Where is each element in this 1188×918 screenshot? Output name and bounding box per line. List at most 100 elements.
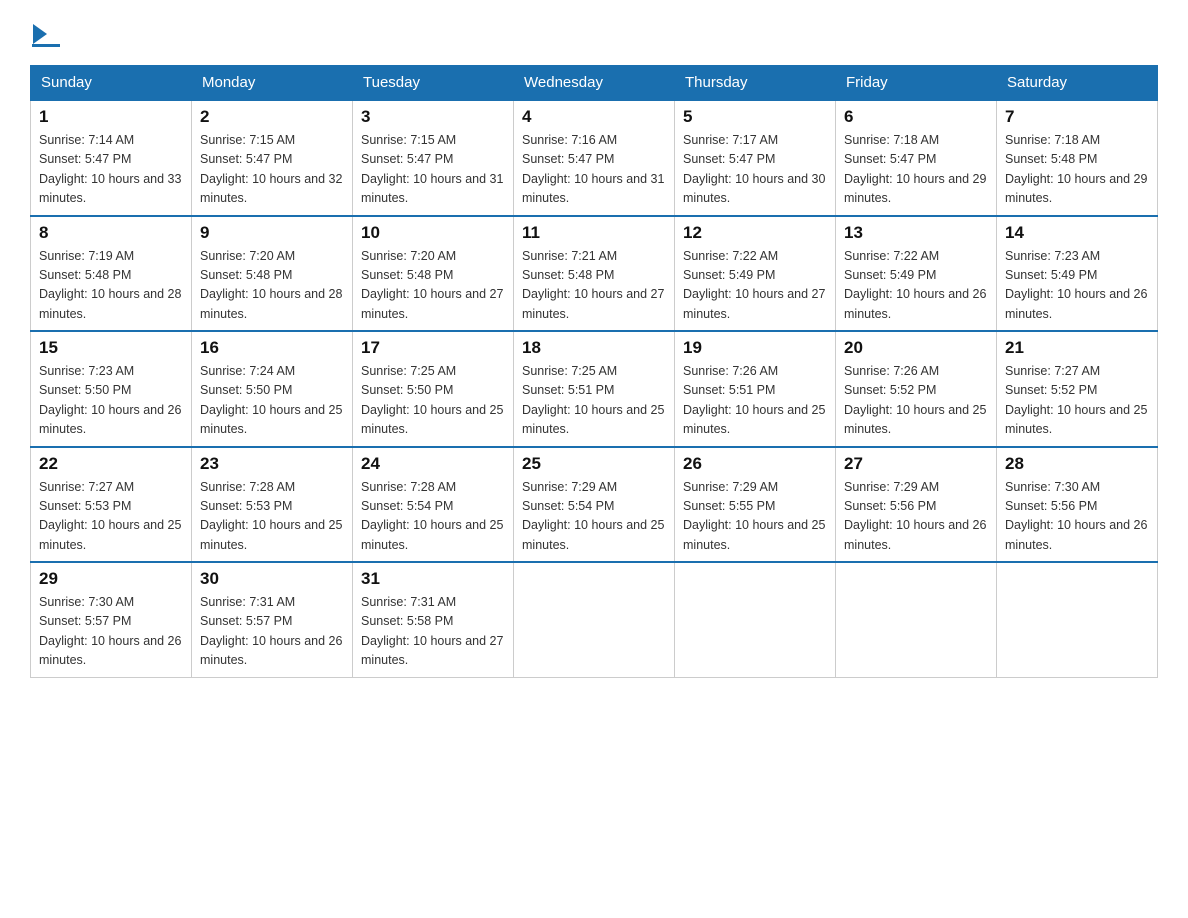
day-number: 26 xyxy=(683,454,827,474)
day-number: 27 xyxy=(844,454,988,474)
calendar-day-cell: 30 Sunrise: 7:31 AMSunset: 5:57 PMDaylig… xyxy=(192,562,353,677)
day-number: 17 xyxy=(361,338,505,358)
calendar-day-cell: 6 Sunrise: 7:18 AMSunset: 5:47 PMDayligh… xyxy=(836,100,997,216)
calendar-day-cell: 18 Sunrise: 7:25 AMSunset: 5:51 PMDaylig… xyxy=(514,331,675,447)
calendar-day-cell: 3 Sunrise: 7:15 AMSunset: 5:47 PMDayligh… xyxy=(353,100,514,216)
day-info: Sunrise: 7:21 AMSunset: 5:48 PMDaylight:… xyxy=(522,247,666,325)
calendar-day-cell: 9 Sunrise: 7:20 AMSunset: 5:48 PMDayligh… xyxy=(192,216,353,332)
day-number: 4 xyxy=(522,107,666,127)
day-info: Sunrise: 7:17 AMSunset: 5:47 PMDaylight:… xyxy=(683,131,827,209)
calendar-day-cell: 11 Sunrise: 7:21 AMSunset: 5:48 PMDaylig… xyxy=(514,216,675,332)
calendar-day-cell: 29 Sunrise: 7:30 AMSunset: 5:57 PMDaylig… xyxy=(31,562,192,677)
calendar-day-cell: 4 Sunrise: 7:16 AMSunset: 5:47 PMDayligh… xyxy=(514,100,675,216)
calendar-day-cell: 10 Sunrise: 7:20 AMSunset: 5:48 PMDaylig… xyxy=(353,216,514,332)
day-number: 28 xyxy=(1005,454,1149,474)
calendar-table: SundayMondayTuesdayWednesdayThursdayFrid… xyxy=(30,65,1158,678)
day-header-monday: Monday xyxy=(192,66,353,101)
day-number: 2 xyxy=(200,107,344,127)
calendar-day-cell: 22 Sunrise: 7:27 AMSunset: 5:53 PMDaylig… xyxy=(31,447,192,563)
day-number: 16 xyxy=(200,338,344,358)
calendar-header-row: SundayMondayTuesdayWednesdayThursdayFrid… xyxy=(31,66,1158,101)
day-info: Sunrise: 7:25 AMSunset: 5:51 PMDaylight:… xyxy=(522,362,666,440)
logo xyxy=(30,20,66,47)
calendar-empty-cell xyxy=(997,562,1158,677)
calendar-day-cell: 13 Sunrise: 7:22 AMSunset: 5:49 PMDaylig… xyxy=(836,216,997,332)
day-info: Sunrise: 7:30 AMSunset: 5:56 PMDaylight:… xyxy=(1005,478,1149,556)
day-info: Sunrise: 7:28 AMSunset: 5:54 PMDaylight:… xyxy=(361,478,505,556)
day-info: Sunrise: 7:15 AMSunset: 5:47 PMDaylight:… xyxy=(361,131,505,209)
calendar-day-cell: 2 Sunrise: 7:15 AMSunset: 5:47 PMDayligh… xyxy=(192,100,353,216)
day-info: Sunrise: 7:23 AMSunset: 5:49 PMDaylight:… xyxy=(1005,247,1149,325)
calendar-empty-cell xyxy=(675,562,836,677)
day-info: Sunrise: 7:15 AMSunset: 5:47 PMDaylight:… xyxy=(200,131,344,209)
day-number: 29 xyxy=(39,569,183,589)
calendar-day-cell: 24 Sunrise: 7:28 AMSunset: 5:54 PMDaylig… xyxy=(353,447,514,563)
day-header-sunday: Sunday xyxy=(31,66,192,101)
calendar-day-cell: 19 Sunrise: 7:26 AMSunset: 5:51 PMDaylig… xyxy=(675,331,836,447)
calendar-week-row: 15 Sunrise: 7:23 AMSunset: 5:50 PMDaylig… xyxy=(31,331,1158,447)
day-number: 23 xyxy=(200,454,344,474)
calendar-day-cell: 21 Sunrise: 7:27 AMSunset: 5:52 PMDaylig… xyxy=(997,331,1158,447)
day-info: Sunrise: 7:25 AMSunset: 5:50 PMDaylight:… xyxy=(361,362,505,440)
page-header xyxy=(30,20,1158,47)
logo-arrow-icon xyxy=(33,24,47,44)
calendar-day-cell: 23 Sunrise: 7:28 AMSunset: 5:53 PMDaylig… xyxy=(192,447,353,563)
day-header-thursday: Thursday xyxy=(675,66,836,101)
calendar-week-row: 22 Sunrise: 7:27 AMSunset: 5:53 PMDaylig… xyxy=(31,447,1158,563)
day-info: Sunrise: 7:28 AMSunset: 5:53 PMDaylight:… xyxy=(200,478,344,556)
day-info: Sunrise: 7:29 AMSunset: 5:55 PMDaylight:… xyxy=(683,478,827,556)
day-info: Sunrise: 7:18 AMSunset: 5:47 PMDaylight:… xyxy=(844,131,988,209)
calendar-day-cell: 26 Sunrise: 7:29 AMSunset: 5:55 PMDaylig… xyxy=(675,447,836,563)
day-number: 12 xyxy=(683,223,827,243)
day-info: Sunrise: 7:29 AMSunset: 5:54 PMDaylight:… xyxy=(522,478,666,556)
day-info: Sunrise: 7:22 AMSunset: 5:49 PMDaylight:… xyxy=(844,247,988,325)
day-info: Sunrise: 7:29 AMSunset: 5:56 PMDaylight:… xyxy=(844,478,988,556)
day-number: 31 xyxy=(361,569,505,589)
calendar-day-cell: 20 Sunrise: 7:26 AMSunset: 5:52 PMDaylig… xyxy=(836,331,997,447)
calendar-day-cell: 16 Sunrise: 7:24 AMSunset: 5:50 PMDaylig… xyxy=(192,331,353,447)
day-info: Sunrise: 7:24 AMSunset: 5:50 PMDaylight:… xyxy=(200,362,344,440)
calendar-day-cell: 1 Sunrise: 7:14 AMSunset: 5:47 PMDayligh… xyxy=(31,100,192,216)
day-info: Sunrise: 7:22 AMSunset: 5:49 PMDaylight:… xyxy=(683,247,827,325)
calendar-day-cell: 8 Sunrise: 7:19 AMSunset: 5:48 PMDayligh… xyxy=(31,216,192,332)
day-header-tuesday: Tuesday xyxy=(353,66,514,101)
calendar-day-cell: 15 Sunrise: 7:23 AMSunset: 5:50 PMDaylig… xyxy=(31,331,192,447)
day-number: 6 xyxy=(844,107,988,127)
day-header-friday: Friday xyxy=(836,66,997,101)
day-info: Sunrise: 7:26 AMSunset: 5:51 PMDaylight:… xyxy=(683,362,827,440)
day-number: 10 xyxy=(361,223,505,243)
day-info: Sunrise: 7:26 AMSunset: 5:52 PMDaylight:… xyxy=(844,362,988,440)
day-info: Sunrise: 7:20 AMSunset: 5:48 PMDaylight:… xyxy=(361,247,505,325)
day-info: Sunrise: 7:27 AMSunset: 5:53 PMDaylight:… xyxy=(39,478,183,556)
day-info: Sunrise: 7:16 AMSunset: 5:47 PMDaylight:… xyxy=(522,131,666,209)
calendar-week-row: 8 Sunrise: 7:19 AMSunset: 5:48 PMDayligh… xyxy=(31,216,1158,332)
day-number: 19 xyxy=(683,338,827,358)
calendar-day-cell: 28 Sunrise: 7:30 AMSunset: 5:56 PMDaylig… xyxy=(997,447,1158,563)
calendar-empty-cell xyxy=(514,562,675,677)
day-info: Sunrise: 7:23 AMSunset: 5:50 PMDaylight:… xyxy=(39,362,183,440)
day-info: Sunrise: 7:30 AMSunset: 5:57 PMDaylight:… xyxy=(39,593,183,671)
day-info: Sunrise: 7:31 AMSunset: 5:57 PMDaylight:… xyxy=(200,593,344,671)
day-number: 30 xyxy=(200,569,344,589)
day-info: Sunrise: 7:18 AMSunset: 5:48 PMDaylight:… xyxy=(1005,131,1149,209)
day-number: 20 xyxy=(844,338,988,358)
day-number: 18 xyxy=(522,338,666,358)
day-header-wednesday: Wednesday xyxy=(514,66,675,101)
day-number: 9 xyxy=(200,223,344,243)
day-header-saturday: Saturday xyxy=(997,66,1158,101)
day-number: 13 xyxy=(844,223,988,243)
day-number: 25 xyxy=(522,454,666,474)
calendar-day-cell: 25 Sunrise: 7:29 AMSunset: 5:54 PMDaylig… xyxy=(514,447,675,563)
day-number: 14 xyxy=(1005,223,1149,243)
day-number: 21 xyxy=(1005,338,1149,358)
day-number: 15 xyxy=(39,338,183,358)
day-number: 3 xyxy=(361,107,505,127)
day-number: 7 xyxy=(1005,107,1149,127)
day-info: Sunrise: 7:27 AMSunset: 5:52 PMDaylight:… xyxy=(1005,362,1149,440)
day-info: Sunrise: 7:19 AMSunset: 5:48 PMDaylight:… xyxy=(39,247,183,325)
day-number: 24 xyxy=(361,454,505,474)
calendar-day-cell: 31 Sunrise: 7:31 AMSunset: 5:58 PMDaylig… xyxy=(353,562,514,677)
day-info: Sunrise: 7:31 AMSunset: 5:58 PMDaylight:… xyxy=(361,593,505,671)
calendar-week-row: 29 Sunrise: 7:30 AMSunset: 5:57 PMDaylig… xyxy=(31,562,1158,677)
calendar-day-cell: 12 Sunrise: 7:22 AMSunset: 5:49 PMDaylig… xyxy=(675,216,836,332)
